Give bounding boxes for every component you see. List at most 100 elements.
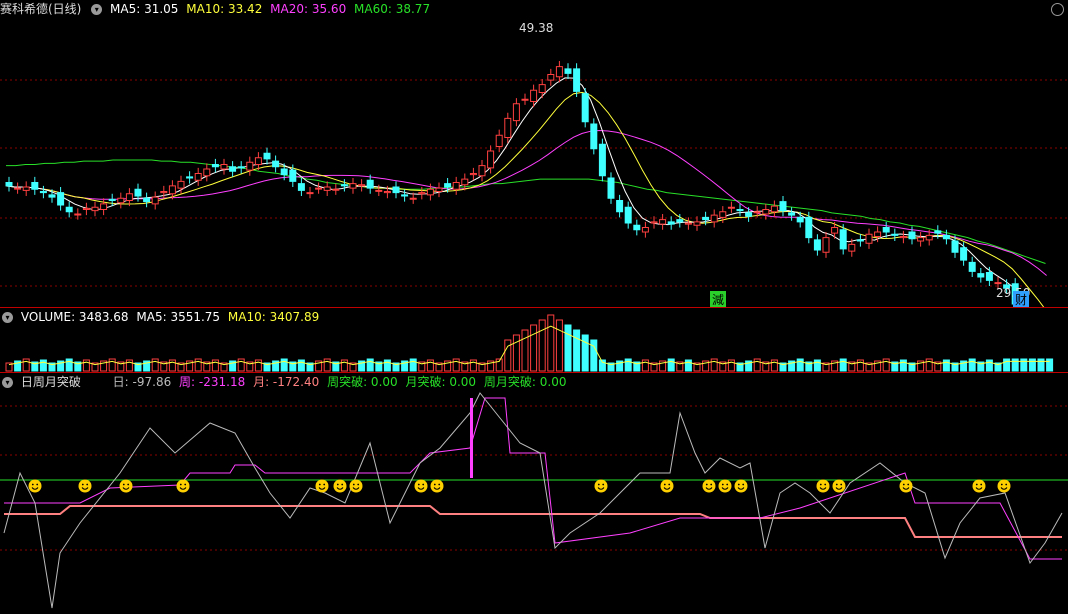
- smiley-icon[interactable]: [734, 479, 748, 493]
- volume-bar: [925, 358, 933, 372]
- smiley-icon[interactable]: [660, 479, 674, 493]
- smiley-face: [972, 479, 986, 493]
- candle-body: [839, 229, 847, 250]
- candle-body: [702, 216, 710, 221]
- smiley-icon[interactable]: [899, 479, 913, 493]
- smiley-icon[interactable]: [119, 479, 133, 493]
- indicator-toggle-icon[interactable]: ▾: [2, 377, 13, 388]
- smiley-icon[interactable]: [414, 479, 428, 493]
- candle-body: [891, 233, 899, 236]
- smiley-icon[interactable]: [997, 479, 1011, 493]
- smiley-eye: [318, 483, 321, 486]
- candle-body: [968, 261, 976, 272]
- candle-body: [108, 198, 116, 201]
- smiley-eye: [357, 483, 360, 486]
- volume-header: ▾ VOLUME: 3483.68 MA5: 3551.75 MA10: 340…: [0, 308, 323, 326]
- volume-bar: [323, 358, 331, 372]
- ind-week-label: 周: -231.18: [179, 375, 246, 389]
- candle-body: [117, 197, 125, 204]
- volume-bar: [340, 359, 348, 372]
- candle-body: [186, 176, 194, 179]
- smiley-eye: [975, 483, 978, 486]
- smiley-eye: [86, 483, 89, 486]
- smiley-eye: [663, 483, 666, 486]
- smiley-icon[interactable]: [594, 479, 608, 493]
- smiley-face: [997, 479, 1011, 493]
- volume-bar: [383, 359, 391, 372]
- candle-body: [160, 191, 168, 194]
- smiley-eye: [597, 483, 600, 486]
- kline-panel[interactable]: 赛科希德(日线) ▾ MA5: 31.05 MA10: 33.42 MA20: …: [0, 0, 1068, 308]
- smiley-eye: [127, 483, 130, 486]
- candle-body: [659, 219, 667, 225]
- candle-body: [48, 194, 56, 198]
- volume-bar: [710, 358, 718, 372]
- volume-bar: [168, 359, 176, 372]
- candle-body: [684, 222, 692, 225]
- smiley-icon[interactable]: [28, 479, 42, 493]
- candle-body: [349, 183, 357, 189]
- candle-body: [598, 143, 606, 177]
- candle-body: [573, 68, 581, 92]
- candle-body: [229, 166, 237, 172]
- candle-body: [31, 182, 39, 190]
- indicator-header: ▾ 日周月突破 日: -97.86 周: -231.18 月: -172.40 …: [0, 373, 570, 391]
- candle-body: [401, 194, 409, 197]
- candle-body: [908, 231, 916, 240]
- ind-week-break-label: 周突破: 0.00: [327, 375, 398, 389]
- marker-jian[interactable]: 減: [710, 291, 727, 308]
- candle-body: [856, 239, 864, 242]
- candle-body: [22, 186, 30, 191]
- candle-body: [57, 192, 65, 206]
- marker-cai[interactable]: 财: [1013, 291, 1030, 308]
- month-line: [4, 505, 1062, 538]
- smiley-icon[interactable]: [832, 479, 846, 493]
- ind-weekmonth-break-label: 周月突破: 0.00: [483, 375, 567, 389]
- collapse-toggle-icon[interactable]: ▾: [91, 4, 103, 15]
- candle-body: [254, 157, 262, 165]
- candle-body: [383, 191, 391, 194]
- smiley-icon[interactable]: [972, 479, 986, 493]
- candle-body: [547, 74, 555, 81]
- volume-panel[interactable]: ▾ VOLUME: 3483.68 MA5: 3551.75 MA10: 340…: [0, 308, 1068, 372]
- volume-bar: [39, 359, 47, 372]
- volume-bar: [65, 358, 73, 372]
- smiley-face: [660, 479, 674, 493]
- volume-bar: [469, 359, 477, 372]
- ind-day-label: 日: -97.86: [112, 375, 172, 389]
- ma10-line: [5, 91, 1045, 308]
- volume-bar: [82, 359, 90, 372]
- volume-bar: [684, 359, 692, 372]
- volume-bar: [512, 334, 520, 372]
- indicator-panel[interactable]: ▾ 日周月突破 日: -97.86 周: -231.18 月: -172.40 …: [0, 373, 1068, 614]
- smiley-icon[interactable]: [718, 479, 732, 493]
- smiley-icon[interactable]: [78, 479, 92, 493]
- candle-body: [633, 224, 641, 231]
- candle-body: [994, 282, 1002, 285]
- volume-bar: [968, 358, 976, 372]
- candle-body: [211, 164, 219, 168]
- candle-body: [409, 197, 417, 200]
- indicator-chart[interactable]: [0, 373, 1068, 614]
- candle-body: [925, 234, 933, 241]
- candle-body: [865, 233, 873, 244]
- smiley-eye: [417, 483, 420, 486]
- window-control-icon[interactable]: [1051, 3, 1064, 16]
- candle-body: [177, 180, 185, 189]
- smiley-icon[interactable]: [315, 479, 329, 493]
- kline-chart[interactable]: [0, 0, 1068, 308]
- smiley-icon[interactable]: [430, 479, 444, 493]
- smiley-icon[interactable]: [333, 479, 347, 493]
- volume-bar: [211, 359, 219, 372]
- smiley-eye: [438, 483, 441, 486]
- smiley-icon[interactable]: [349, 479, 363, 493]
- smiley-eye: [602, 483, 605, 486]
- smiley-icon[interactable]: [176, 479, 190, 493]
- smiley-eye: [1000, 483, 1003, 486]
- candle-body: [366, 179, 374, 189]
- volume-toggle-icon[interactable]: ▾: [2, 312, 13, 323]
- volume-bar: [564, 324, 572, 372]
- smiley-icon[interactable]: [702, 479, 716, 493]
- smiley-icon[interactable]: [816, 479, 830, 493]
- candle-body: [478, 165, 486, 177]
